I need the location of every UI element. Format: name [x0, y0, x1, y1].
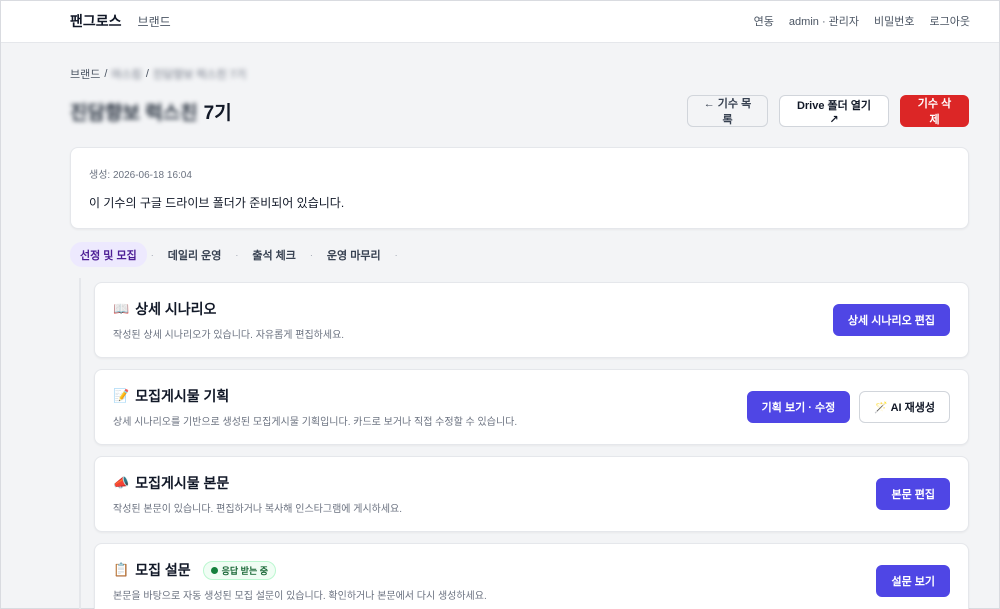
nav-link-integrations[interactable]: 연동 — [754, 13, 774, 29]
breadcrumb-brand[interactable]: 마스킹 — [111, 66, 141, 82]
tab-separator: · — [309, 249, 313, 260]
status-dot-icon — [210, 566, 218, 574]
breadcrumb: 브랜드 / 마스킹 / 진담향보 럭스친 7기 — [70, 66, 969, 82]
status-badge-label: 응답 받는 중 — [221, 565, 269, 576]
breadcrumb-sep: / — [104, 68, 108, 80]
step-title: 📖 상세 시나리오 — [113, 299, 833, 319]
tab-wrapup[interactable]: 운영 마무리 — [317, 242, 391, 267]
nav-link-password[interactable]: 비밀번호 — [874, 13, 914, 29]
page-title-brand: 진담향보 럭스친 — [70, 102, 198, 124]
nav-link-logout[interactable]: 로그아웃 — [930, 13, 970, 29]
step-title-text: 상세 시나리오 — [135, 301, 217, 317]
cohort-info-card: 생성: 2026-06-18 16:04 이 기수의 구글 드라이브 폴더가 준… — [70, 147, 969, 229]
tab-separator: · — [150, 249, 154, 260]
top-nav: 팬그로스 브랜드 연동 admin · 관리자 비밀번호 로그아웃 — [0, 0, 1000, 43]
open-drive-folder-button[interactable]: Drive 폴더 열기 ↗ — [779, 95, 889, 127]
main-content: 브랜드 / 마스킹 / 진담향보 럭스친 7기 진담향보 럭스친 7기 ← 기수… — [0, 66, 1000, 609]
view-edit-plan-button[interactable]: 기획 보기 · 수정 — [746, 391, 851, 423]
brand-logo[interactable]: 팬그로스 — [70, 11, 122, 31]
delete-cohort-button[interactable]: 기수 삭제 — [900, 95, 969, 127]
page-actions: ← 기수 목록 Drive 폴더 열기 ↗ 기수 삭제 — [687, 95, 969, 127]
breadcrumb-current: 진담향보 럭스친 7기 — [152, 69, 247, 81]
ai-regenerate-button[interactable]: 🪄 AI 재생성 — [859, 391, 950, 423]
megaphone-icon: 📣 — [113, 475, 130, 491]
tab-separator: · — [394, 249, 398, 260]
tab-selection-recruit[interactable]: 선정 및 모집 — [70, 242, 147, 267]
edit-post-body-button[interactable]: 본문 편집 — [876, 478, 950, 510]
step-list: 📖 상세 시나리오 작성된 상세 시나리오가 있습니다. 자유롭게 편집하세요.… — [70, 278, 969, 609]
phase-tabs: 선정 및 모집 · 데일리 운영 · 출석 체크 · 운영 마무리 · — [70, 242, 969, 267]
step-title: 📋 모집 설문 응답 받는 중 — [113, 560, 876, 580]
step-title-text: 모집게시물 본문 — [135, 475, 230, 491]
step-title: 📣 모집게시물 본문 — [113, 473, 876, 493]
step-description: 작성된 상세 시나리오가 있습니다. 자유롭게 편집하세요. — [113, 330, 345, 341]
title-row: 진담향보 럭스친 7기 ← 기수 목록 Drive 폴더 열기 ↗ 기수 삭제 — [70, 94, 969, 128]
step-recruit-post: 📣 모집게시물 본문 작성된 본문이 있습니다. 편집하거나 복사해 인스타그램… — [94, 456, 969, 532]
edit-scenario-button[interactable]: 상세 시나리오 편집 — [832, 304, 950, 336]
step-title-text: 모집 설문 — [135, 562, 191, 578]
status-badge: 응답 받는 중 — [202, 560, 277, 580]
book-icon: 📖 — [113, 301, 130, 317]
back-to-cohorts-button[interactable]: ← 기수 목록 — [687, 95, 768, 127]
tab-daily-ops[interactable]: 데일리 운영 — [158, 242, 232, 267]
nav-link-brand[interactable]: 브랜드 — [138, 13, 171, 30]
breadcrumb-sep: / — [145, 68, 149, 80]
drive-status-message: 이 기수의 구글 드라이브 폴더가 준비되어 있습니다. — [89, 196, 345, 210]
nav-user-label: admin · 관리자 — [788, 16, 860, 28]
view-survey-button[interactable]: 설문 보기 — [876, 565, 950, 597]
step-scenario: 📖 상세 시나리오 작성된 상세 시나리오가 있습니다. 자유롭게 편집하세요.… — [94, 282, 969, 358]
memo-icon: 📝 — [113, 388, 130, 404]
tab-separator: · — [235, 249, 239, 260]
breadcrumb-root[interactable]: 브랜드 — [70, 66, 100, 82]
nav-right: 연동 admin · 관리자 비밀번호 로그아웃 — [754, 13, 970, 29]
page-title-cohort: 7기 — [203, 102, 232, 124]
step-recruit-survey: 📋 모집 설문 응답 받는 중 본문을 바탕으로 자동 생성된 모집 설문이 있… — [94, 543, 969, 609]
page-title: 진담향보 럭스친 7기 — [70, 98, 232, 125]
step-description: 작성된 본문이 있습니다. 편집하거나 복사해 인스타그램에 게시하세요. — [113, 504, 403, 515]
step-title-text: 모집게시물 기획 — [135, 388, 230, 404]
tab-attendance[interactable]: 출석 체크 — [242, 242, 306, 267]
step-recruit-plan: 📝 모집게시물 기획 상세 시나리오를 기반으로 생성된 모집게시물 기획입니다… — [94, 369, 969, 445]
step-description: 본문을 바탕으로 자동 생성된 모집 설문이 있습니다. 확인하거나 본문에서 … — [113, 591, 487, 602]
created-timestamp: 생성: 2026-06-18 16:04 — [89, 170, 192, 181]
step-description: 상세 시나리오를 기반으로 생성된 모집게시물 기획입니다. 카드로 보거나 직… — [113, 417, 518, 428]
clipboard-icon: 📋 — [113, 562, 130, 578]
step-title: 📝 모집게시물 기획 — [113, 386, 747, 406]
